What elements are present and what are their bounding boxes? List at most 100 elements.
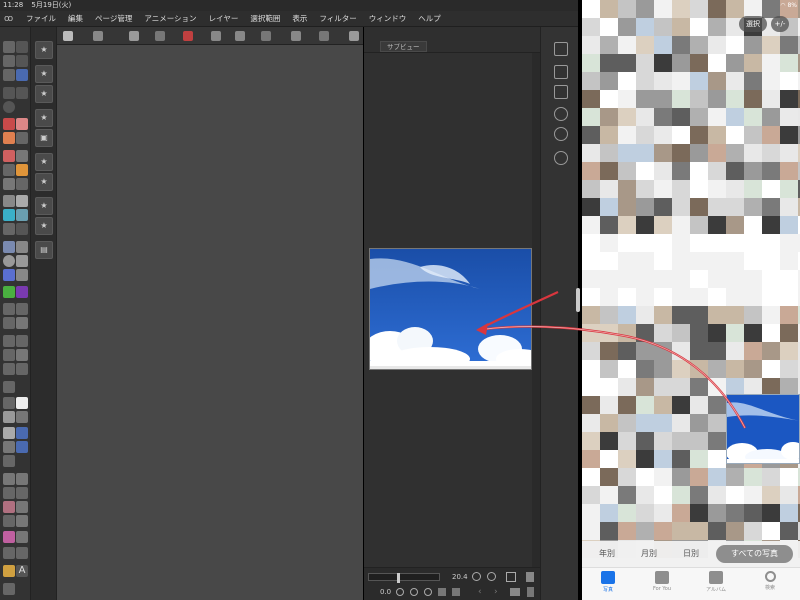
rock-tool-icon[interactable] bbox=[3, 317, 15, 329]
subview-preview-image[interactable] bbox=[369, 248, 532, 370]
sparkle-tool-icon[interactable] bbox=[16, 55, 28, 67]
menu-animation[interactable]: アニメーション bbox=[144, 11, 196, 27]
swirl4-tool-icon[interactable] bbox=[3, 363, 15, 375]
tone2-tool-icon[interactable] bbox=[16, 269, 28, 281]
green-tool-icon[interactable] bbox=[3, 286, 15, 298]
segment-all-photos[interactable]: すべての写真 bbox=[716, 545, 793, 563]
marker-tool-icon[interactable] bbox=[16, 132, 28, 144]
trash-icon[interactable] bbox=[527, 587, 534, 597]
canvas-area[interactable] bbox=[57, 45, 363, 600]
transform-cmd-icon[interactable] bbox=[129, 31, 139, 41]
undo-cmd-icon[interactable] bbox=[93, 31, 103, 41]
hatch-tool-icon[interactable] bbox=[3, 473, 15, 485]
swirl3-tool-icon[interactable] bbox=[3, 349, 15, 361]
move-tool-icon[interactable] bbox=[3, 55, 15, 67]
bowtie-tool-icon[interactable] bbox=[16, 501, 28, 513]
blend-tool-icon[interactable] bbox=[3, 178, 15, 190]
snow3-tool-icon[interactable] bbox=[16, 487, 28, 499]
cross-tool-icon[interactable] bbox=[3, 397, 15, 409]
menu-page-management[interactable]: ページ管理 bbox=[95, 11, 132, 27]
layer-search-icon[interactable] bbox=[554, 65, 568, 79]
menu-edit[interactable]: 編集 bbox=[68, 11, 83, 27]
frame-tool-icon[interactable] bbox=[3, 411, 15, 423]
pattern-box-icon[interactable] bbox=[3, 501, 15, 513]
menu-window[interactable]: ウィンドウ bbox=[369, 11, 407, 27]
chain-tool-icon[interactable] bbox=[3, 455, 15, 467]
lasso-tool-icon[interactable] bbox=[3, 69, 15, 81]
hook-tool-icon[interactable] bbox=[3, 381, 15, 393]
car-tool-icon[interactable] bbox=[16, 363, 28, 375]
reset-rotation-icon[interactable] bbox=[424, 588, 432, 596]
pink-pattern-icon[interactable] bbox=[3, 531, 15, 543]
nib-tool-icon[interactable] bbox=[3, 223, 15, 235]
navigator-icon[interactable] bbox=[554, 85, 568, 99]
red-pen-icon[interactable] bbox=[3, 118, 15, 130]
pencil-tool-icon[interactable] bbox=[3, 132, 15, 144]
bowtie2-tool-icon[interactable] bbox=[16, 515, 28, 527]
gear2-tool-icon[interactable] bbox=[16, 441, 28, 453]
tone-tool-icon[interactable] bbox=[3, 269, 15, 281]
menu-help[interactable]: ヘルプ bbox=[418, 11, 441, 27]
tab-for-you[interactable]: For You bbox=[642, 571, 682, 592]
tab-photos[interactable]: 写真 bbox=[588, 571, 628, 593]
plus-box-icon[interactable] bbox=[16, 397, 28, 409]
grid-cmd-icon[interactable] bbox=[155, 31, 165, 41]
zoom-out-icon[interactable] bbox=[472, 572, 481, 581]
line-tool-icon[interactable] bbox=[3, 87, 15, 99]
stamp-tool-icon[interactable] bbox=[3, 164, 15, 176]
stroke-tool-icon[interactable] bbox=[16, 223, 28, 235]
brush-tool-icon[interactable] bbox=[16, 41, 28, 53]
grass-tool-icon[interactable] bbox=[3, 303, 15, 315]
menu-filter[interactable]: フィルター bbox=[319, 11, 356, 27]
subtool-group-6-icon[interactable]: ★ bbox=[35, 153, 53, 171]
shape-tool-icon[interactable] bbox=[16, 317, 28, 329]
segment-days[interactable]: 日別 bbox=[674, 545, 708, 563]
subtool-group-2-icon[interactable]: ★ bbox=[35, 65, 53, 83]
teal-brush-icon[interactable] bbox=[16, 209, 28, 221]
tab-albums[interactable]: アルバム bbox=[696, 571, 736, 593]
grid-tool-icon[interactable] bbox=[16, 241, 28, 253]
zoom-in-icon[interactable] bbox=[487, 572, 496, 581]
eyedropper-tool-icon[interactable] bbox=[3, 583, 15, 595]
snow2-tool-icon[interactable] bbox=[3, 487, 15, 499]
segment-months[interactable]: 月別 bbox=[632, 545, 666, 563]
color-cmd-icon[interactable] bbox=[183, 31, 193, 41]
pattern-tool-icon[interactable] bbox=[3, 241, 15, 253]
next-icon[interactable]: › bbox=[494, 587, 498, 597]
subtool-group-3-icon[interactable]: ★ bbox=[35, 85, 53, 103]
subtool-group-1-icon[interactable]: ★ bbox=[35, 41, 53, 59]
app-logo-icon[interactable]: ꝏ bbox=[4, 14, 18, 24]
swirl5-tool-icon[interactable] bbox=[3, 515, 15, 527]
bird-tool-icon[interactable] bbox=[3, 441, 15, 453]
subview-scrollbar[interactable] bbox=[532, 53, 540, 567]
segment-years[interactable]: 年別 bbox=[590, 545, 624, 563]
eyedropper-icon[interactable] bbox=[526, 572, 534, 582]
train-tool-icon[interactable] bbox=[16, 349, 28, 361]
subtool-group-10-icon[interactable]: ▤ bbox=[35, 241, 53, 259]
bowtie3-tool-icon[interactable] bbox=[16, 531, 28, 543]
zoom-toggle-button[interactable]: +/- bbox=[771, 16, 789, 32]
subtool-group-5-icon[interactable]: ▣ bbox=[35, 129, 53, 147]
layers-stack-icon[interactable] bbox=[554, 127, 568, 141]
select-button[interactable]: 選択 bbox=[739, 16, 767, 32]
subtool-group-4-icon[interactable]: ★ bbox=[35, 109, 53, 127]
chevron-down-icon[interactable] bbox=[349, 31, 359, 41]
zoom-slider-thumb[interactable] bbox=[397, 573, 400, 583]
swirl-tool-icon[interactable] bbox=[3, 335, 15, 347]
selected-sky-photo[interactable] bbox=[726, 394, 800, 464]
select-cmd-icon[interactable] bbox=[63, 31, 73, 41]
lines-tool-icon[interactable] bbox=[16, 255, 28, 267]
chain2-tool-icon[interactable] bbox=[3, 547, 15, 559]
menu-file[interactable]: ファイル bbox=[26, 11, 56, 27]
menu-layer[interactable]: レイヤー bbox=[209, 11, 239, 27]
flip-horizontal-icon[interactable] bbox=[438, 588, 446, 596]
text-tool-icon[interactable]: A bbox=[16, 565, 28, 577]
selection-tool-icon[interactable] bbox=[16, 69, 28, 81]
gear-tool-icon[interactable] bbox=[16, 427, 28, 439]
mask-cmd-icon[interactable] bbox=[261, 31, 271, 41]
snow-tool-icon[interactable] bbox=[16, 473, 28, 485]
clip-cmd-icon[interactable] bbox=[291, 31, 301, 41]
folder-icon[interactable] bbox=[510, 588, 520, 596]
gradient-tool-icon[interactable] bbox=[16, 150, 28, 162]
rotate-left-icon[interactable] bbox=[396, 588, 404, 596]
